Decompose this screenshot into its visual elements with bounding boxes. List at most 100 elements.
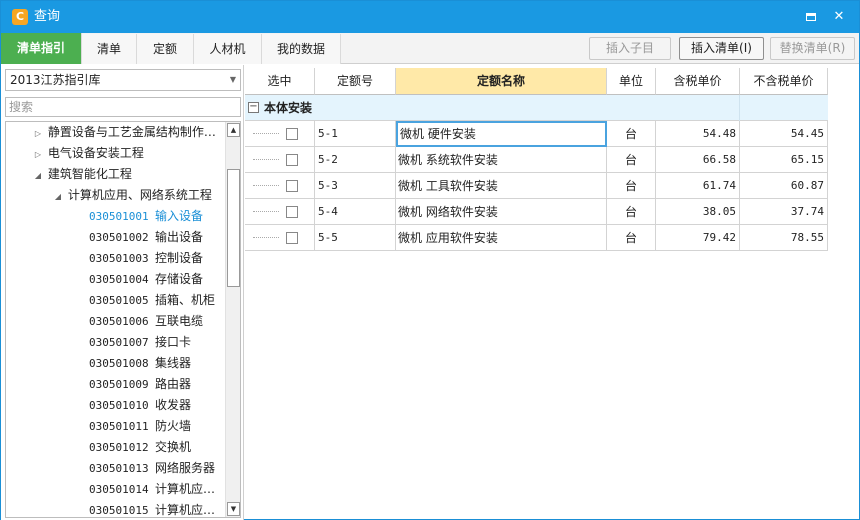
table-row[interactable]: 5-3 微机 工具软件安装 台 61.74 60.87 <box>245 173 828 199</box>
scroll-thumb[interactable] <box>227 169 240 287</box>
column-header-price-without-tax[interactable]: 不含税单价 <box>740 68 828 95</box>
search-input[interactable] <box>5 97 241 117</box>
tree-connector <box>253 211 279 212</box>
tree-item[interactable]: 030501011 防火墙 <box>89 416 191 437</box>
expand-arrow-icon[interactable]: ▷ <box>32 144 44 165</box>
unit-cell: 台 <box>607 225 656 251</box>
group-row[interactable]: − 本体安装 <box>245 95 828 121</box>
tree-item[interactable]: 030501012 交换机 <box>89 437 191 458</box>
tree-item-code: 030501008 <box>89 357 149 370</box>
select-cell <box>245 147 315 173</box>
unit-cell: 台 <box>607 147 656 173</box>
tree-item[interactable]: ◢ 计算机应用、网络系统工程 <box>52 185 212 206</box>
tree-scrollbar[interactable]: ▲ ▼ <box>225 122 240 517</box>
tree-connector <box>253 237 279 238</box>
window-title: 查询 <box>34 9 61 24</box>
price-with-tax-cell: 66.58 <box>656 147 740 173</box>
tree-item-label: 输入设备 <box>155 209 204 223</box>
tree-item-label: 控制设备 <box>155 251 204 265</box>
insert-child-button[interactable]: 插入子目 <box>589 37 671 60</box>
collapse-arrow-icon[interactable]: ◢ <box>52 186 64 207</box>
tree-item[interactable]: ◢ 建筑智能化工程 <box>32 164 132 185</box>
collapse-arrow-icon[interactable]: ◢ <box>32 165 44 186</box>
quota-code-cell: 5-3 <box>315 173 396 199</box>
tree-connector <box>253 133 279 134</box>
chevron-down-icon: ▼ <box>229 75 236 84</box>
tree-item[interactable]: 030501003 控制设备 <box>89 248 203 269</box>
quota-name-cell[interactable]: 微机 应用软件安装 <box>396 225 607 251</box>
table-row[interactable]: 5-5 微机 应用软件安装 台 79.42 78.55 <box>245 225 828 251</box>
tree-item[interactable]: 030501009 路由器 <box>89 374 191 395</box>
tree-item[interactable]: 030501010 收发器 <box>89 395 191 416</box>
expand-arrow-icon[interactable]: ▷ <box>32 123 44 144</box>
title-bar: C 查询 ✕ <box>1 1 859 33</box>
close-button[interactable]: ✕ <box>831 9 847 25</box>
price-without-tax-cell: 65.15 <box>740 147 828 173</box>
tree-item-label: 集线器 <box>155 356 192 370</box>
tree-item[interactable]: 030501001 输入设备 <box>89 206 203 227</box>
row-checkbox[interactable] <box>286 180 298 192</box>
tree-item-label: 电气设备安装工程 <box>47 146 144 160</box>
column-header-quota-code[interactable]: 定额号 <box>315 68 396 95</box>
column-header-quota-name[interactable]: 定额名称 <box>396 68 607 95</box>
app-logo-icon: C <box>12 9 28 25</box>
tree-item[interactable]: 030501002 输出设备 <box>89 227 203 248</box>
tree-item[interactable]: ▷ 电气设备安装工程 <box>32 143 144 164</box>
tree-item-label: 静置设备与工艺金属结构制作… <box>47 125 216 139</box>
column-header-unit[interactable]: 单位 <box>607 68 656 95</box>
column-header-price-with-tax[interactable]: 含税单价 <box>656 68 740 95</box>
library-select[interactable]: 2013江苏指引库 ▼ <box>5 69 241 91</box>
tab-list-guide[interactable]: 清单指引 <box>1 33 82 64</box>
quota-name-cell[interactable]: 微机 工具软件安装 <box>396 173 607 199</box>
tree-item[interactable]: 030501014 计算机应… <box>89 479 215 500</box>
tree-item[interactable]: 030501006 互联电缆 <box>89 311 203 332</box>
table-row[interactable]: 5-4 微机 网络软件安装 台 38.05 37.74 <box>245 199 828 225</box>
tree-item-code: 030501007 <box>89 336 149 349</box>
table-row[interactable]: 5-1 微机 硬件安装 台 54.48 54.45 <box>245 121 828 147</box>
scroll-down-icon[interactable]: ▼ <box>227 502 240 516</box>
insert-list-button[interactable]: 插入清单(I) <box>679 37 764 60</box>
scroll-up-icon[interactable]: ▲ <box>227 123 240 137</box>
tree-item[interactable]: ▷ 静置设备与工艺金属结构制作… <box>32 122 216 143</box>
tree-item[interactable]: 030501005 插箱、机柜 <box>89 290 215 311</box>
price-with-tax-cell: 38.05 <box>656 199 740 225</box>
tree-item-code: 030501010 <box>89 399 149 412</box>
quota-code-cell: 5-4 <box>315 199 396 225</box>
tab-bar: 清单指引 清单 定额 人材机 我的数据 插入子目 插入清单(I) 替换清单(R) <box>1 33 859 64</box>
tree-item[interactable]: 030501007 接口卡 <box>89 332 191 353</box>
quota-code-cell: 5-2 <box>315 147 396 173</box>
left-panel: 2013江苏指引库 ▼ ▷ 静置设备与工艺金属结构制作… ▷ 电气设备安装工程 … <box>1 65 244 520</box>
tab-labor-material-machine[interactable]: 人材机 <box>194 34 262 64</box>
tab-my-data[interactable]: 我的数据 <box>262 34 341 64</box>
row-checkbox[interactable] <box>286 206 298 218</box>
tree-item-label: 互联电缆 <box>155 314 204 328</box>
maximize-button[interactable] <box>803 9 819 25</box>
tree-item[interactable]: 030501015 计算机应… <box>89 500 216 517</box>
quota-name-cell[interactable]: 微机 硬件安装 <box>396 121 607 147</box>
tree-item-code: 030501015 <box>89 504 149 517</box>
row-checkbox[interactable] <box>286 232 298 244</box>
select-cell <box>245 199 315 225</box>
unit-cell: 台 <box>607 173 656 199</box>
quota-name-cell[interactable]: 微机 系统软件安装 <box>396 147 607 173</box>
tree-item[interactable]: 030501008 集线器 <box>89 353 191 374</box>
row-checkbox[interactable] <box>286 128 298 140</box>
tree-item[interactable]: 030501013 网络服务器 <box>89 458 215 479</box>
tree-item-code: 030501013 <box>89 462 149 475</box>
tree-item[interactable]: 030501004 存储设备 <box>89 269 203 290</box>
table-row[interactable]: 5-2 微机 系统软件安装 台 66.58 65.15 <box>245 147 828 173</box>
library-select-value: 2013江苏指引库 <box>10 73 101 87</box>
tab-list[interactable]: 清单 <box>82 34 137 64</box>
replace-list-button[interactable]: 替换清单(R) <box>770 37 855 60</box>
price-without-tax-cell: 60.87 <box>740 173 828 199</box>
price-with-tax-cell: 54.48 <box>656 121 740 147</box>
row-checkbox[interactable] <box>286 154 298 166</box>
tree-item-label: 计算机应… <box>155 503 216 517</box>
tab-quota[interactable]: 定额 <box>137 34 194 64</box>
category-tree: ▷ 静置设备与工艺金属结构制作… ▷ 电气设备安装工程 ◢ 建筑智能化工程 ◢ … <box>5 121 241 518</box>
collapse-minus-icon[interactable]: − <box>248 102 259 113</box>
quota-name-cell[interactable]: 微机 网络软件安装 <box>396 199 607 225</box>
column-header-select[interactable]: 选中 <box>245 68 315 95</box>
tree-item-label: 存储设备 <box>155 272 204 286</box>
tree-item-code: 030501004 <box>89 273 149 286</box>
